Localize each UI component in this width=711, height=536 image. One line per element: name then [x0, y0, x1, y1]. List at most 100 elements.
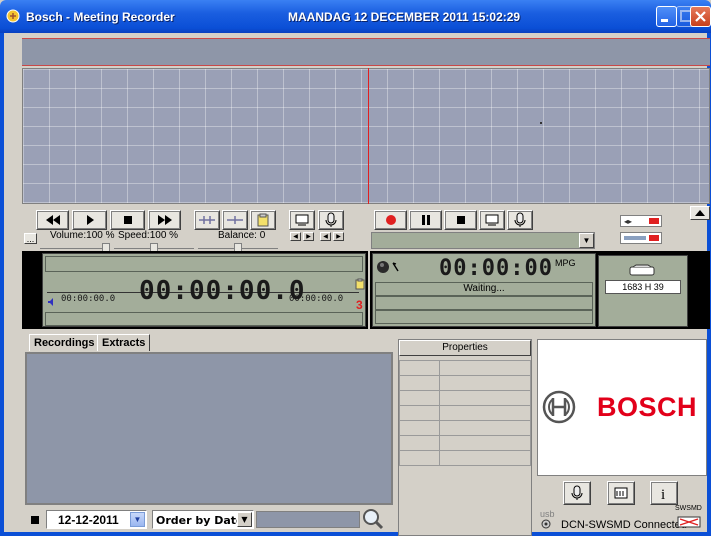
recorder-info-field-2	[375, 310, 593, 324]
settings-button[interactable]	[607, 481, 635, 505]
waveform-display[interactable]	[22, 68, 710, 204]
position-time: 00:00:00.0	[139, 276, 306, 306]
play-icon	[86, 215, 94, 225]
disk-panel: 1683 H 39	[598, 255, 688, 327]
disk-space-field: 1683 H 39	[605, 280, 681, 294]
recorder-lcd-panel: 00:00:00 MPG Waiting...	[372, 253, 596, 327]
stop-button[interactable]	[110, 210, 145, 230]
date-value: 12-12-2011	[58, 513, 119, 527]
chevron-down-icon[interactable]: ▼	[579, 233, 594, 248]
recorder-format: MPG	[555, 258, 576, 268]
search-icon[interactable]	[362, 508, 384, 530]
usb-label: usb	[540, 509, 555, 519]
bosch-logo-icon	[542, 390, 576, 424]
property-row[interactable]	[399, 450, 531, 466]
sort-select[interactable]: Order by Date ▼	[152, 510, 254, 529]
window-title: Bosch - Meeting Recorder	[26, 10, 175, 24]
bookmark-icon[interactable]: 3	[355, 298, 365, 310]
timeline-ruler[interactable]	[22, 38, 710, 66]
recorder-status: Waiting...	[463, 283, 505, 294]
fast-forward-icon	[157, 215, 172, 225]
more-button[interactable]: ...	[24, 233, 37, 244]
property-row[interactable]	[399, 405, 531, 421]
input-level-indicator: ◂▸	[620, 215, 662, 227]
property-row[interactable]	[399, 435, 531, 451]
mark-end-button[interactable]	[222, 210, 248, 230]
svg-text:i: i	[661, 487, 665, 501]
microphone-icon	[325, 212, 337, 227]
recorder-info-field	[375, 296, 593, 310]
close-button[interactable]	[690, 6, 711, 27]
arrow-left-icon[interactable]: ◀	[290, 232, 301, 241]
property-row[interactable]	[399, 360, 531, 376]
record-button[interactable]	[374, 210, 407, 230]
properties-panel: Properties	[398, 339, 532, 536]
balance-slider[interactable]	[198, 241, 278, 253]
stop-icon	[123, 216, 132, 224]
brand-name: BOSCH	[597, 392, 698, 422]
pause-button[interactable]	[409, 210, 442, 230]
microphone-settings-button[interactable]	[563, 481, 591, 505]
arrow-right-icon[interactable]: ▶	[303, 232, 314, 241]
device-label: SWSMD	[675, 505, 702, 512]
recorder-status-field: Waiting...	[375, 282, 593, 296]
triangle-up-icon	[695, 210, 705, 216]
fast-forward-button[interactable]	[148, 210, 181, 230]
meeting-recorder-window: Bosch - Meeting Recorder MAANDAG 12 DECE…	[0, 0, 711, 536]
tab-extracts[interactable]: Extracts	[97, 334, 151, 351]
mark-start-button[interactable]	[194, 210, 220, 230]
microphone-icon	[571, 485, 583, 500]
search-input[interactable]	[256, 511, 360, 528]
clipboard-icon[interactable]	[355, 278, 365, 290]
arrow-left-icon[interactable]: ◀	[320, 232, 331, 241]
title-bar: Bosch - Meeting Recorder MAANDAG 12 DECE…	[0, 0, 711, 33]
waveform-marker	[540, 122, 542, 124]
rewind-icon	[45, 215, 60, 225]
playhead-cursor[interactable]	[368, 68, 369, 204]
property-row[interactable]	[399, 375, 531, 391]
recorder-monitor-button[interactable]	[479, 210, 505, 230]
device-connected-icon	[677, 516, 701, 528]
window-datetime: MAANDAG 12 DECEMBER 2011 15:02:29	[288, 10, 521, 24]
volume-label: Volume:100 %	[50, 230, 115, 241]
speed-label: Speed:100 %	[118, 230, 179, 241]
position-end: 00:00:00.0	[289, 294, 344, 304]
volume-slider[interactable]	[40, 241, 110, 253]
microphone-icon	[514, 212, 526, 227]
monitor-icon	[485, 214, 499, 226]
player-microphone-button[interactable]	[318, 210, 344, 230]
play-button[interactable]	[72, 210, 107, 230]
output-level-indicator	[620, 232, 662, 244]
speed-slider[interactable]	[114, 241, 194, 253]
recorder-time: 00:00:00	[439, 256, 553, 281]
stop-icon	[456, 216, 465, 224]
chevron-down-icon[interactable]: ▼	[130, 512, 145, 527]
record-icon	[385, 215, 396, 225]
tab-recordings-label: Recordings	[34, 337, 95, 349]
channel-select[interactable]: ▼	[371, 232, 595, 249]
collapse-button[interactable]	[690, 206, 710, 220]
property-row[interactable]	[399, 390, 531, 406]
speaker-icon[interactable]	[47, 297, 57, 307]
tab-recordings[interactable]: Recordings	[29, 334, 100, 351]
player-info-field	[45, 312, 363, 326]
recorder-microphone-button[interactable]	[507, 210, 533, 230]
player-monitor-button[interactable]	[289, 210, 315, 230]
minimize-button[interactable]	[656, 6, 677, 27]
position-start: 00:00:00.0	[61, 294, 116, 304]
rewind-button[interactable]	[36, 210, 69, 230]
recordings-list[interactable]	[25, 352, 393, 505]
chevron-down-icon[interactable]: ▼	[237, 512, 252, 527]
date-picker[interactable]: 12-12-2011 ▼	[46, 510, 147, 529]
pause-icon	[421, 215, 430, 225]
property-row[interactable]	[399, 420, 531, 436]
info-button[interactable]: i	[650, 481, 678, 505]
usb-status-icon	[541, 519, 551, 529]
app-icon	[6, 9, 20, 23]
sort-value: Order by Date	[156, 514, 244, 527]
arrow-right-icon[interactable]: ▶	[333, 232, 344, 241]
minimize-icon	[661, 19, 668, 22]
brand-panel: BOSCH	[537, 339, 707, 476]
record-stop-button[interactable]	[444, 210, 477, 230]
extract-button[interactable]	[250, 210, 276, 230]
